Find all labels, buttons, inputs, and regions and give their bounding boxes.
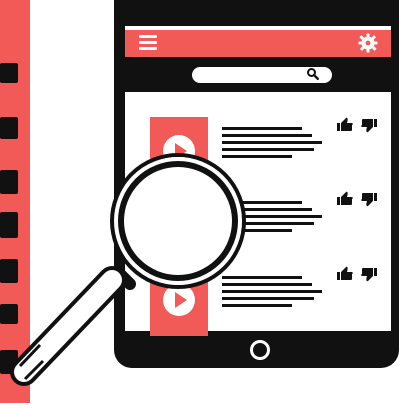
thumbs-up-icon[interactable] — [337, 117, 353, 131]
banner-mark — [0, 63, 18, 83]
rating-buttons — [337, 266, 377, 282]
rating-buttons — [337, 191, 377, 207]
thumbs-up-icon[interactable] — [337, 191, 353, 205]
app-header — [125, 30, 391, 57]
thumbs-down-icon[interactable] — [361, 119, 377, 133]
description-line — [222, 141, 322, 144]
search-icon[interactable] — [306, 67, 320, 81]
thumbs-up-icon[interactable] — [337, 266, 353, 280]
gear-icon[interactable] — [358, 33, 378, 53]
thumbs-down-icon[interactable] — [361, 268, 377, 282]
description-line — [222, 134, 312, 137]
title-line — [222, 127, 302, 130]
rating-buttons — [337, 117, 377, 133]
menu-icon[interactable] — [139, 35, 157, 51]
banner-mark — [0, 117, 18, 139]
magnifying-glass-icon — [0, 150, 260, 403]
thumbs-down-icon[interactable] — [361, 193, 377, 207]
